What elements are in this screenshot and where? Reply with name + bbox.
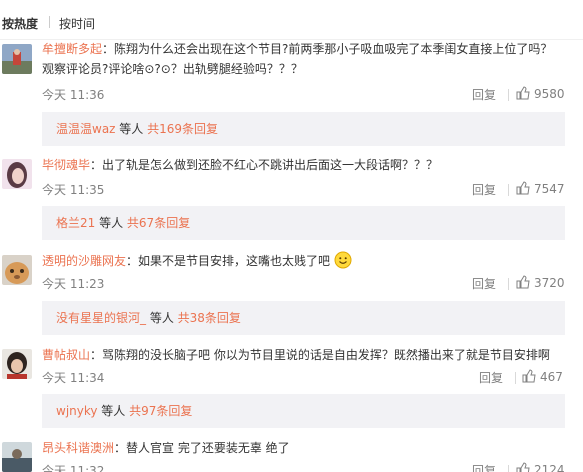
avatar[interactable] <box>2 349 32 379</box>
sub-reply-user[interactable]: 没有星星的银河_ <box>56 311 146 325</box>
sub-replies-box: wjnyky 等人 共97条回复 <box>42 394 565 428</box>
like-count: 467 <box>540 370 563 384</box>
like-count: 9580 <box>534 87 565 101</box>
comment-time: 今天 11:32 <box>42 464 105 472</box>
sub-reply-count-link[interactable]: 共67条回复 <box>127 216 190 230</box>
sort-by-time-tab[interactable]: 按时间 <box>59 15 95 32</box>
comment-item: 曹帖叔山：骂陈翔的没长脑子吧 你以为节目里说的话是自由发挥？既然播出来了就是节目… <box>0 345 583 435</box>
like-button[interactable]: 7547 <box>516 181 565 196</box>
like-count: 2124 <box>534 463 565 472</box>
sort-bar: 按热度 按时间 <box>0 0 583 40</box>
comment-text: ：出了轨是怎么做到还脸不红心不跳讲出后面这一大段话啊？？？ <box>90 158 439 172</box>
sort-by-hot-tab[interactable]: 按热度 <box>2 15 38 32</box>
thumbs-up-icon <box>516 181 530 195</box>
action-divider <box>508 89 509 101</box>
thumbs-up-icon <box>516 86 530 100</box>
thumbs-up-icon <box>516 462 530 472</box>
sub-replies-box: 格兰21 等人 共67条回复 <box>42 206 565 240</box>
sub-reply-user[interactable]: 格兰21 <box>56 216 95 230</box>
comment-item: 牟擅断多起：陈翔为什么还会出现在这个节目?前两季那小子吸血吸完了本季闺女直接上位… <box>0 40 583 148</box>
action-divider <box>508 184 509 196</box>
comment-text: ：如果不是节目安排，这嘴也太贱了吧 <box>126 254 331 268</box>
like-count: 3720 <box>534 276 565 290</box>
avatar[interactable] <box>2 159 32 189</box>
comment-item: 透明的沙雕网友：如果不是节目安排，这嘴也太贱了吧 今天 11:23 回复 372… <box>0 251 583 341</box>
reply-button[interactable]: 回复 <box>479 369 503 386</box>
comment-text-cont: 观察评论员?评论啥⊙?⊙？出轨劈腿经验吗？？？ <box>42 62 303 76</box>
comment-time: 今天 11:36 <box>42 88 105 102</box>
comment-username[interactable]: 毕彻魂毕 <box>42 158 90 172</box>
sub-reply-count-link[interactable]: 共169条回复 <box>147 122 218 136</box>
like-button[interactable]: 467 <box>522 369 563 384</box>
sub-reply-count-link[interactable]: 共38条回复 <box>178 311 241 325</box>
comment-text: ：替人官宣 完了还要装无辜 绝了 <box>114 441 290 455</box>
sub-replies-box: 温温温waz 等人 共169条回复 <box>42 112 565 146</box>
sub-reply-middle: 等人 <box>97 404 130 418</box>
action-divider <box>508 278 509 290</box>
comment-time: 今天 11:34 <box>42 371 105 385</box>
comment-item: 毕彻魂毕：出了轨是怎么做到还脸不红心不跳讲出后面这一大段话啊？？？ 今天 11:… <box>0 155 583 245</box>
reply-button[interactable]: 回复 <box>472 462 496 472</box>
thumbs-up-icon <box>516 275 530 289</box>
avatar[interactable] <box>2 44 32 74</box>
sub-reply-middle: 等人 <box>95 216 127 230</box>
sub-reply-middle: 等人 <box>115 122 148 136</box>
comment-time: 今天 11:35 <box>42 183 105 197</box>
sub-reply-middle: 等人 <box>146 311 178 325</box>
comment-time: 今天 11:23 <box>42 277 105 291</box>
sub-reply-user[interactable]: wjnyky <box>56 404 97 418</box>
sub-replies-box: 没有星星的银河_ 等人 共38条回复 <box>42 301 565 335</box>
sub-reply-user[interactable]: 温温温waz <box>56 122 115 136</box>
reply-button[interactable]: 回复 <box>472 181 496 198</box>
thumbs-up-icon <box>522 369 536 383</box>
comment-item: 昂头科谐澳洲：替人官宣 完了还要装无辜 绝了 今天 11:32 回复 2124 <box>0 438 583 472</box>
avatar[interactable] <box>2 442 32 472</box>
smile-emoji-icon <box>334 251 352 269</box>
action-divider <box>515 372 516 384</box>
comment-text: ：骂陈翔的没长脑子吧 你以为节目里说的话是自由发挥？既然播出来了就是节目安排啊 <box>90 348 550 362</box>
sub-reply-count-link[interactable]: 共97条回复 <box>129 404 192 418</box>
comment-username[interactable]: 牟擅断多起 <box>42 42 102 56</box>
avatar[interactable] <box>2 255 32 285</box>
reply-button[interactable]: 回复 <box>472 275 496 292</box>
like-count: 7547 <box>534 182 565 196</box>
reply-button[interactable]: 回复 <box>472 86 496 103</box>
comment-username[interactable]: 昂头科谐澳洲 <box>42 441 114 455</box>
like-button[interactable]: 9580 <box>516 86 565 101</box>
like-button[interactable]: 2124 <box>516 462 565 472</box>
action-divider <box>508 465 509 472</box>
comment-username[interactable]: 曹帖叔山 <box>42 348 90 362</box>
comment-username[interactable]: 透明的沙雕网友 <box>42 254 126 268</box>
sort-divider <box>49 16 50 28</box>
comment-text: ：陈翔为什么还会出现在这个节目?前两季那小子吸血吸完了本季闺女直接上位了吗？ <box>102 42 553 56</box>
like-button[interactable]: 3720 <box>516 275 565 290</box>
